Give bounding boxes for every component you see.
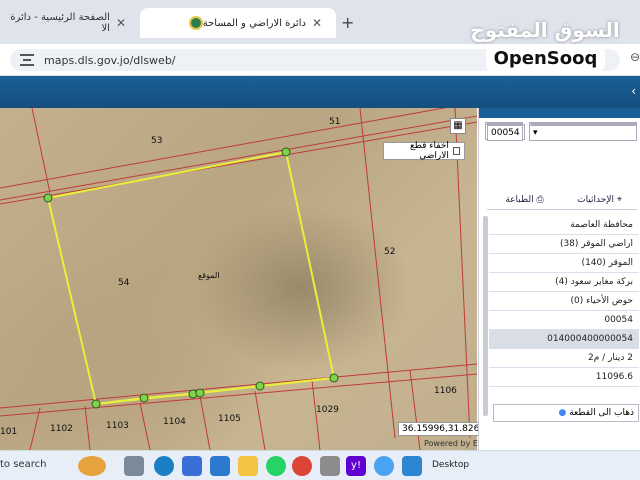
parcel-number-input[interactable]: 00054 <box>487 125 523 141</box>
go-to-parcel-link[interactable]: ذهاب الى القطعة ● <box>493 404 639 422</box>
site-settings-icon[interactable] <box>20 54 34 66</box>
google-icon: ● <box>558 408 567 418</box>
tab-dls-active[interactable]: ✕ دائرة الاراضي و المساحة <box>140 8 336 38</box>
parcel-label: 54 <box>118 278 130 288</box>
close-tab-icon[interactable]: ✕ <box>116 16 126 30</box>
tab-coordinates[interactable]: ⌖ الإحداثيات <box>562 190 637 209</box>
photos-icon[interactable] <box>402 456 422 476</box>
parcel-label: 1029 <box>316 405 339 415</box>
parcel-info-panel: 00054 ▾ ⎙ الطباعة ⌖ الإحداثيات محافظة ال… <box>478 108 640 450</box>
hide-parcels-checkbox[interactable] <box>452 147 460 155</box>
parcel-label: 1103 <box>106 421 129 431</box>
edge-icon[interactable] <box>154 456 174 476</box>
parcel-label: 1104 <box>163 417 186 427</box>
info-governorate: محافظة العاصمة <box>489 216 639 235</box>
tab-home[interactable]: ✕ الصفحة الرئيسية - دائرة الا <box>0 8 140 38</box>
info-basin: بركة مغاير سعود (4) <box>489 273 639 292</box>
tab-print-label: الطباعة <box>505 195 534 205</box>
chrome-icon[interactable] <box>292 456 312 476</box>
new-tab-button[interactable]: + <box>341 13 354 32</box>
store-icon[interactable] <box>182 456 202 476</box>
whatsapp-icon[interactable] <box>266 456 286 476</box>
parcel-label: 51 <box>329 117 341 127</box>
info-parcel-number: 00054 <box>489 311 639 330</box>
tab-print[interactable]: ⎙ الطباعة <box>487 190 562 209</box>
parcel-dropdown[interactable]: ▾ <box>529 125 637 141</box>
info-parcel-id: 014000400000054 <box>489 330 639 349</box>
app-header: ‹ <box>0 76 640 108</box>
parcel-info-list: محافظة العاصمة اراضي الموقر (38) الموقر … <box>489 216 639 387</box>
hide-parcels-toggle[interactable]: اخفاء قطع الاراضي <box>383 141 465 161</box>
parcel-label: 1102 <box>50 424 73 434</box>
close-tab-icon[interactable]: ✕ <box>312 16 322 30</box>
task-view-icon[interactable] <box>124 456 144 476</box>
parcel-center-label: الموقع <box>198 271 220 280</box>
watermark-english: OpenSooq <box>485 46 606 71</box>
desktop-label[interactable]: Desktop <box>432 460 469 470</box>
tab-coordinates-label: الإحداثيات <box>577 195 614 205</box>
url-text: maps.dls.gov.jo/dlsweb/ <box>44 53 176 67</box>
chevron-down-icon: ▾ <box>533 128 538 138</box>
mail-icon[interactable] <box>210 456 230 476</box>
opensooq-watermark: السوق المفتوح OpenSooq <box>470 18 620 71</box>
info-area: 11096.6 <box>489 368 639 387</box>
tab-title: الصفحة الرئيسية - دائرة الا <box>10 12 110 34</box>
parcel-number-value: 00054 <box>491 128 520 138</box>
watermark-arabic: السوق المفتوح <box>470 18 620 42</box>
parcel-label: 1105 <box>218 414 241 424</box>
tab-title: دائرة الاراضي و المساحة <box>202 17 306 29</box>
parcel-label: 53 <box>151 136 163 146</box>
parcel-label: 101 <box>0 427 18 437</box>
taskbar-search[interactable]: to search <box>0 459 46 470</box>
taskbar: to search y! Desktop <box>0 450 640 480</box>
info-price: 2 دينار / م2 <box>489 349 639 368</box>
messenger-icon[interactable] <box>374 456 394 476</box>
basemap-grid-button[interactable]: ▦ <box>450 118 466 134</box>
info-village: الموقر (140) <box>489 254 639 273</box>
dls-favicon-icon <box>188 16 203 30</box>
yahoo-icon[interactable]: y! <box>346 456 366 476</box>
panel-tabs: ⎙ الطباعة ⌖ الإحداثيات <box>487 190 637 210</box>
settings-icon[interactable] <box>320 456 340 476</box>
hide-parcels-label: اخفاء قطع الاراضي <box>409 141 449 161</box>
menu-icon[interactable]: ‹ <box>631 84 636 98</box>
info-directorate: اراضي الموقر (38) <box>489 235 639 254</box>
panel-scrollbar[interactable] <box>483 216 488 416</box>
parcel-label: 1106 <box>434 386 457 396</box>
zoom-icon[interactable]: ⊖ <box>630 50 640 64</box>
panel-header-strip <box>479 108 640 118</box>
widgets-icon[interactable] <box>78 456 106 476</box>
go-to-parcel-label: ذهاب الى القطعة <box>569 408 634 418</box>
file-explorer-icon[interactable] <box>238 456 258 476</box>
info-neighborhood: حوض الأحياء (0) <box>489 292 639 311</box>
parcel-label: 52 <box>384 247 396 257</box>
